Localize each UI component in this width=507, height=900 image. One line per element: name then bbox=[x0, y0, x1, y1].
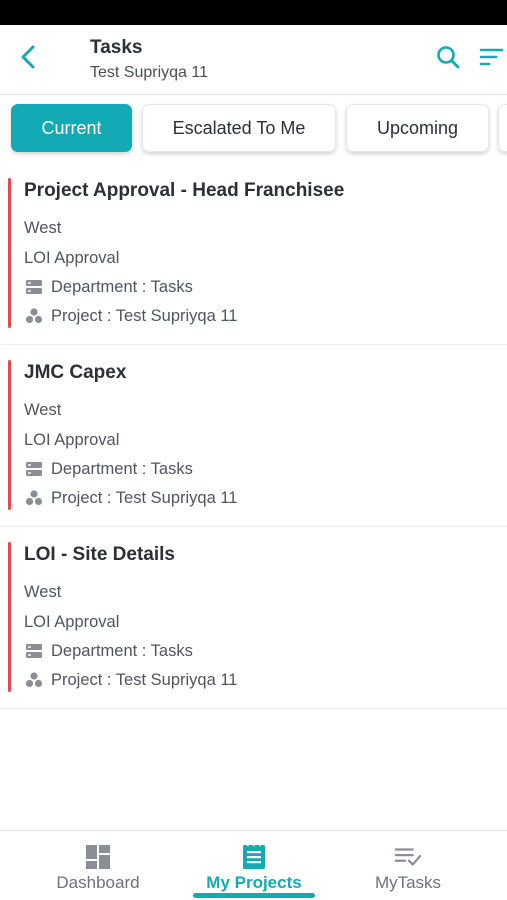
task-region: West bbox=[24, 219, 62, 237]
tab-upcoming[interactable]: Upcoming bbox=[346, 104, 489, 152]
task-status-bar bbox=[8, 360, 11, 510]
header-titles: Tasks Test Supriyqa 11 bbox=[90, 36, 208, 84]
back-arrow-icon bbox=[18, 44, 40, 75]
task-project: Project : Test Supriyqa 11 bbox=[51, 671, 238, 689]
task-region: West bbox=[24, 401, 62, 419]
nav-mytasks[interactable]: MyTasks bbox=[328, 831, 488, 900]
project-icon bbox=[24, 670, 44, 690]
task-project: Project : Test Supriyqa 11 bbox=[51, 489, 238, 507]
project-icon bbox=[24, 488, 44, 508]
task-department-row: Department : Tasks bbox=[24, 459, 193, 479]
task-title: JMC Capex bbox=[24, 362, 127, 383]
projects-icon bbox=[240, 843, 268, 871]
page-title: Tasks bbox=[90, 37, 143, 58]
task-stage: LOI Approval bbox=[24, 249, 120, 267]
task-card[interactable]: Project Approval - Head Franchisee West … bbox=[0, 163, 507, 345]
tab-escalated-to-me[interactable]: Escalated To Me bbox=[142, 104, 336, 152]
task-status-bar bbox=[8, 178, 11, 328]
task-list: Project Approval - Head Franchisee West … bbox=[0, 163, 507, 709]
filter-icon bbox=[478, 46, 504, 73]
nav-mytasks-label: MyTasks bbox=[374, 873, 442, 892]
department-icon bbox=[24, 641, 44, 661]
status-bar bbox=[0, 0, 507, 25]
task-project: Project : Test Supriyqa 11 bbox=[51, 307, 238, 325]
task-title: LOI - Site Details bbox=[24, 544, 175, 565]
project-icon bbox=[24, 306, 44, 326]
task-project-row: Project : Test Supriyqa 11 bbox=[24, 488, 238, 508]
task-department-row: Department : Tasks bbox=[24, 277, 193, 297]
nav-dashboard-label: Dashboard bbox=[56, 873, 140, 892]
task-department: Department : Tasks bbox=[51, 460, 193, 478]
task-project-row: Project : Test Supriyqa 11 bbox=[24, 306, 238, 326]
task-stage: LOI Approval bbox=[24, 613, 120, 631]
bottom-nav: Dashboard My Projects MyTasks bbox=[0, 830, 507, 900]
task-card[interactable]: JMC Capex West LOI Approval Department :… bbox=[0, 345, 507, 527]
active-tab-indicator bbox=[193, 893, 315, 898]
task-title: Project Approval - Head Franchisee bbox=[24, 180, 345, 201]
page-subtitle: Test Supriyqa 11 bbox=[90, 64, 208, 81]
department-icon bbox=[24, 459, 44, 479]
department-icon bbox=[24, 277, 44, 297]
task-department-row: Department : Tasks bbox=[24, 641, 193, 661]
tab-current[interactable]: Current bbox=[11, 104, 132, 152]
task-department: Department : Tasks bbox=[51, 278, 193, 296]
tab-next-partial[interactable] bbox=[498, 104, 507, 152]
task-status-bar bbox=[8, 542, 11, 692]
mytasks-icon bbox=[394, 843, 422, 871]
task-tabs: Current Escalated To Me Upcoming bbox=[0, 95, 507, 163]
search-button[interactable] bbox=[432, 43, 464, 75]
nav-my-projects-label: My Projects bbox=[206, 873, 302, 892]
task-stage: LOI Approval bbox=[24, 431, 120, 449]
nav-dashboard[interactable]: Dashboard bbox=[18, 831, 178, 900]
app-header: Tasks Test Supriyqa 11 bbox=[0, 25, 507, 95]
dashboard-icon bbox=[84, 843, 112, 871]
task-card[interactable]: LOI - Site Details West LOI Approval Dep… bbox=[0, 527, 507, 709]
task-department: Department : Tasks bbox=[51, 642, 193, 660]
task-project-row: Project : Test Supriyqa 11 bbox=[24, 670, 238, 690]
search-icon bbox=[435, 44, 461, 75]
task-region: West bbox=[24, 583, 62, 601]
back-button[interactable] bbox=[12, 42, 46, 76]
nav-my-projects[interactable]: My Projects bbox=[174, 831, 334, 900]
filter-button[interactable] bbox=[475, 43, 507, 75]
